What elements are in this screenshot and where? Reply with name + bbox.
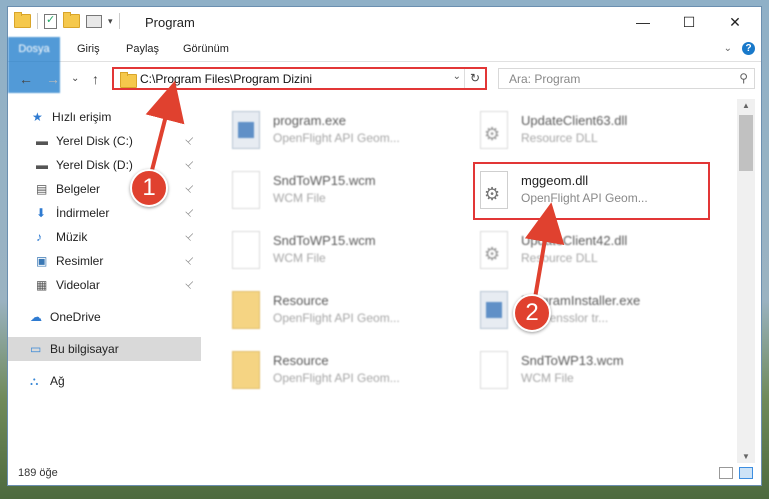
- step-2-badge: 2: [513, 294, 551, 332]
- arrow-2: [524, 202, 565, 299]
- step-1-badge: 1: [130, 169, 168, 207]
- arrow-1: [145, 80, 185, 179]
- annotation-arrows: [145, 80, 565, 299]
